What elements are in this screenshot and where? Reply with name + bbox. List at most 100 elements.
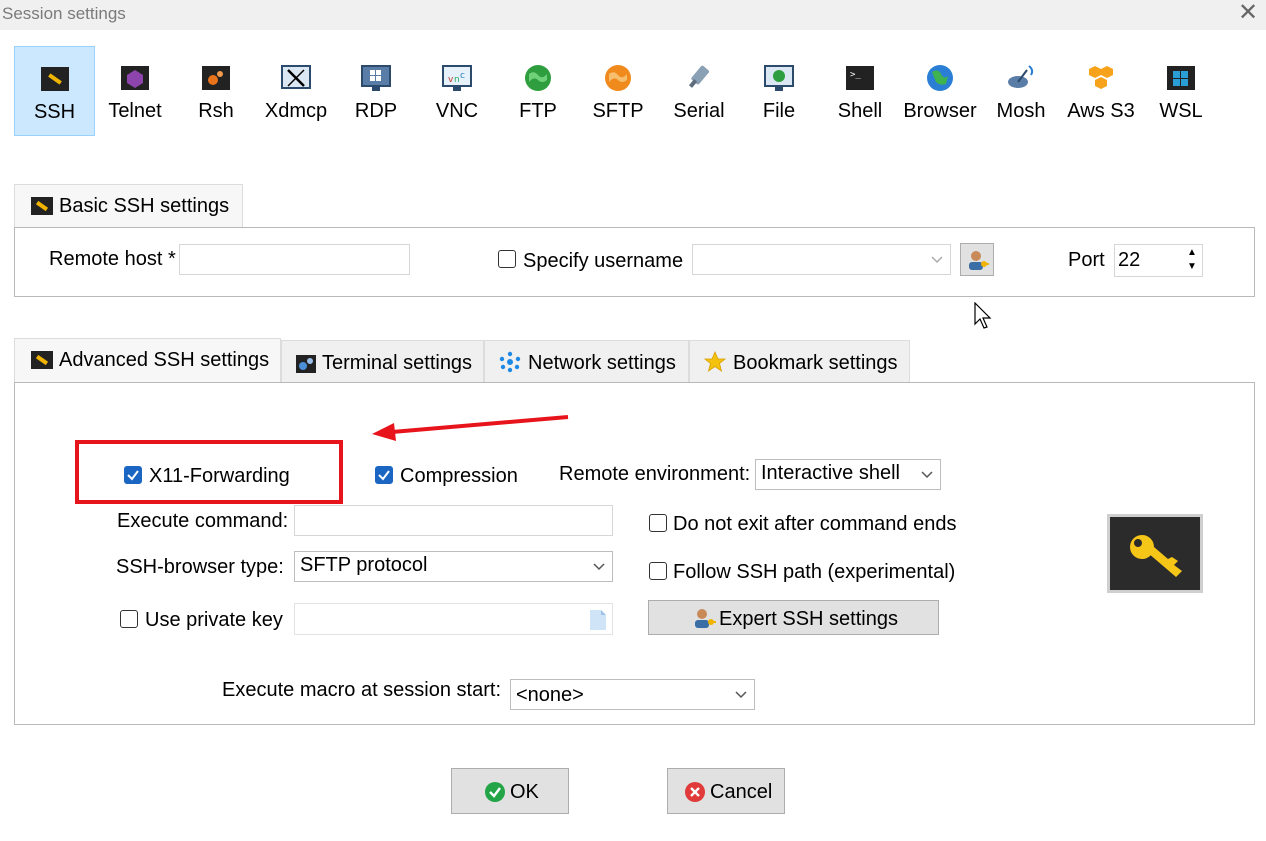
wrench-icon — [31, 351, 53, 369]
ssh-icon — [41, 67, 69, 91]
session-type-serial[interactable]: Serial — [659, 46, 739, 136]
follow-ssh-path-checkbox[interactable] — [649, 562, 667, 580]
session-type-label: Shell — [837, 100, 883, 122]
shell-icon: >_ — [846, 66, 874, 90]
title-bar: Session settings ✕ — [0, 0, 1266, 30]
port-label: Port — [1068, 249, 1105, 271]
specify-username-label: Specify username — [523, 250, 684, 272]
use-private-key-checkbox[interactable] — [120, 610, 138, 628]
user-credentials-button[interactable] — [960, 243, 994, 276]
user-key-icon — [969, 251, 989, 270]
serial-icon — [688, 65, 709, 88]
do-not-exit-label: Do not exit after command ends — [673, 513, 957, 535]
session-type-wsl[interactable]: WSL — [1141, 46, 1221, 136]
session-type-label: Serial — [673, 100, 725, 122]
browser-type-label: SSH-browser type: — [116, 556, 284, 578]
x11-forwarding-label: X11-Forwarding — [149, 465, 290, 487]
session-type-sftp[interactable]: SFTP — [578, 46, 658, 136]
session-type-label: SSH — [33, 101, 76, 123]
mouse-cursor-icon — [974, 302, 992, 329]
tab-advanced-ssh[interactable]: Advanced SSH settings — [14, 338, 281, 382]
spin-down-icon[interactable]: ▼ — [1187, 261, 1197, 272]
tab-label: Advanced SSH settings — [59, 349, 270, 371]
compression-checkbox[interactable] — [375, 466, 393, 484]
session-type-label: RDP — [354, 100, 398, 122]
session-type-ssh[interactable]: SSH — [14, 46, 95, 136]
advanced-settings-panel — [14, 382, 1255, 725]
follow-ssh-path-label: Follow SSH path (experimental) — [673, 561, 956, 583]
session-type-label: FTP — [519, 100, 557, 122]
session-type-rsh[interactable]: Rsh — [176, 46, 256, 136]
session-type-label: WSL — [1159, 100, 1203, 122]
wsl-icon — [1167, 66, 1195, 90]
execute-command-label: Execute command: — [117, 510, 289, 532]
check-circle-icon — [485, 782, 505, 802]
tab-label: Network settings — [528, 352, 676, 374]
cancel-circle-icon — [685, 782, 705, 802]
execute-command-input[interactable] — [294, 505, 613, 536]
session-type-browser[interactable]: Browser — [900, 46, 980, 136]
remote-host-input[interactable] — [179, 244, 410, 275]
session-type-label: Xdmcp — [264, 100, 328, 122]
private-key-input[interactable] — [294, 603, 613, 635]
cancel-label: Cancel — [710, 781, 773, 803]
browser-icon — [927, 65, 953, 91]
username-dropdown[interactable] — [692, 244, 951, 275]
wrench-icon — [31, 197, 53, 215]
ssh-key-image — [1107, 514, 1203, 593]
ftp-icon — [525, 65, 551, 91]
session-type-mosh[interactable]: Mosh — [981, 46, 1061, 136]
session-type-label: VNC — [435, 100, 479, 122]
window-title: Session settings — [2, 4, 126, 23]
session-type-file[interactable]: File — [739, 46, 819, 136]
session-type-vnc[interactable]: v n c VNC — [417, 46, 497, 136]
browser-type-dropdown[interactable]: SFTP protocol — [294, 551, 613, 582]
session-type-aws-s3[interactable]: Aws S3 — [1061, 46, 1141, 136]
session-type-label: File — [762, 100, 796, 122]
remote-environment-label: Remote environment: — [559, 463, 751, 485]
port-spinner[interactable]: 22 ▲ ▼ — [1114, 244, 1203, 277]
do-not-exit-checkbox[interactable] — [649, 514, 667, 532]
tab-bookmark-settings[interactable]: Bookmark settings — [689, 340, 910, 382]
session-type-shell[interactable]: >_ Shell — [820, 46, 900, 136]
spin-up-icon[interactable]: ▲ — [1187, 247, 1197, 258]
close-icon[interactable]: ✕ — [1236, 1, 1260, 25]
file-icon — [764, 65, 794, 91]
macro-dropdown[interactable]: <none> — [510, 679, 755, 710]
cancel-button[interactable]: Cancel — [667, 768, 785, 814]
svg-text:>_: >_ — [850, 70, 861, 80]
rsh-icon — [202, 66, 230, 90]
session-type-rdp[interactable]: RDP — [336, 46, 416, 136]
expert-ssh-settings-button[interactable]: Expert SSH settings — [648, 600, 939, 635]
specify-username-checkbox[interactable] — [498, 250, 516, 268]
xdmcp-icon — [281, 65, 311, 89]
aws-s3-icon — [1089, 66, 1113, 89]
ok-button[interactable]: OK — [451, 768, 569, 814]
remote-environment-dropdown[interactable]: Interactive shell — [755, 459, 941, 490]
browser-type-value: SFTP protocol — [300, 554, 428, 576]
tab-terminal-settings[interactable]: Terminal settings — [281, 340, 484, 382]
vnc-icon: vnc — [442, 65, 472, 91]
expert-ssh-settings-label: Expert SSH settings — [719, 608, 898, 630]
file-browse-icon[interactable] — [589, 609, 607, 631]
chevron-down-icon — [931, 256, 943, 264]
network-icon — [499, 351, 521, 373]
session-type-ftp[interactable]: FTP — [498, 46, 578, 136]
key-icon — [1110, 517, 1200, 590]
tab-label: Basic SSH settings — [59, 195, 230, 217]
session-type-label: Mosh — [996, 100, 1046, 122]
chevron-down-icon — [593, 563, 605, 571]
telnet-icon — [121, 66, 149, 90]
tab-label: Bookmark settings — [733, 352, 898, 374]
sftp-icon — [605, 65, 631, 91]
session-type-telnet[interactable]: Telnet — [95, 46, 175, 136]
x11-forwarding-checkbox[interactable] — [124, 466, 142, 484]
session-type-xdmcp[interactable]: Xdmcp — [256, 46, 336, 136]
session-type-label: Rsh — [198, 100, 234, 122]
checkmark-icon — [378, 470, 390, 481]
tab-network-settings[interactable]: Network settings — [484, 340, 689, 382]
session-type-label: Telnet — [108, 100, 162, 122]
tab-label: Terminal settings — [322, 352, 473, 374]
gears-icon — [296, 355, 316, 373]
mosh-icon — [1008, 65, 1034, 88]
